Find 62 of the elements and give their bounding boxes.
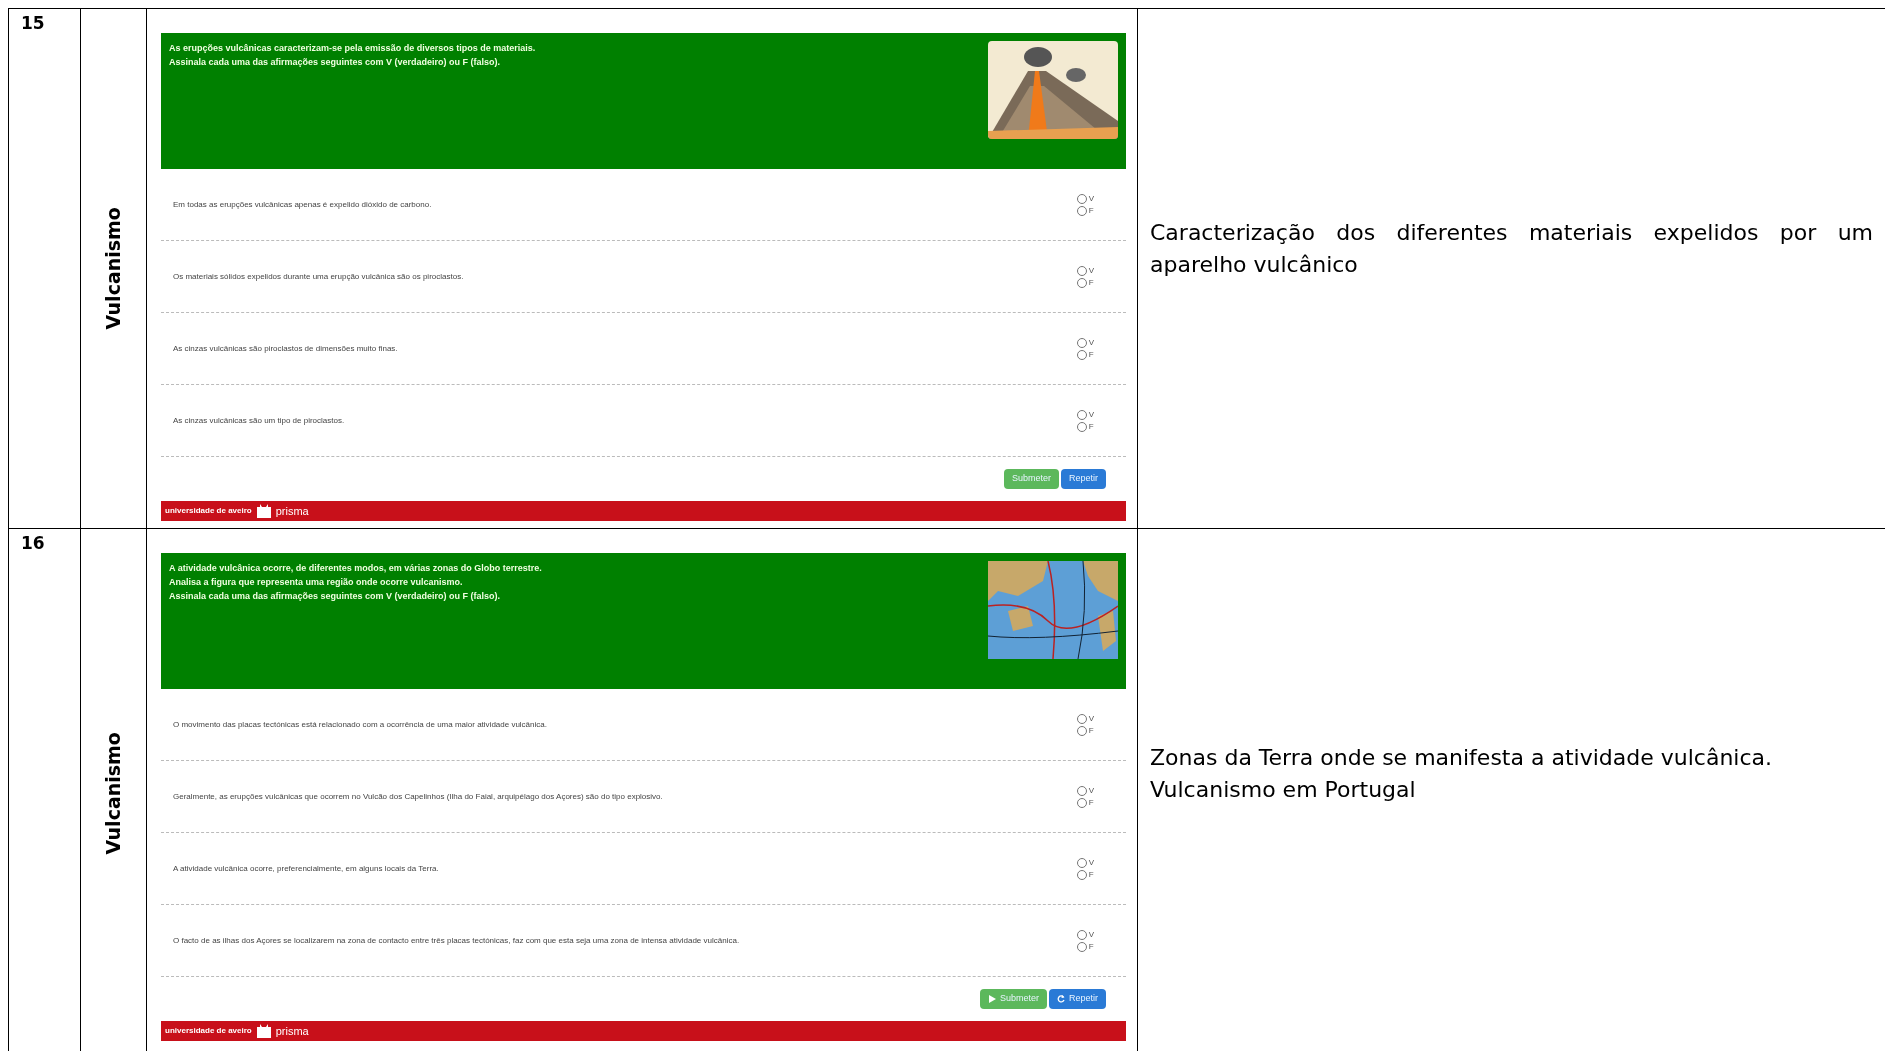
true-false-option[interactable]: V [1076,784,1094,797]
radio-button[interactable] [1076,725,1087,736]
statement-text: Os materiais sólidos expelidos durante uma erupção vulcânica são os piroclastos. [173,270,464,283]
row-number: 16 [21,533,45,553]
true-false-option[interactable]: F [1076,420,1094,433]
radio-button[interactable] [1076,349,1087,360]
true-false-option[interactable]: V [1076,408,1094,421]
true-false-option[interactable]: F [1076,204,1094,217]
logo-icon [255,504,272,518]
brand-text: prisma [275,503,309,519]
description-text: Zonas da Terra onde se manifesta a atividade vulcânica. [1150,743,1773,772]
radio-button[interactable] [1076,337,1087,348]
description-text: Caracterização dos diferentes materiais expelidos por um aparelho vulcânico [1150,218,1873,279]
radio-button[interactable] [1076,929,1087,940]
play-icon [987,995,996,1003]
instruction-text: Analisa a figura que representa uma região onde ocorre vulcanismo. [169,576,464,589]
radio-button[interactable] [1076,713,1087,724]
instruction-text: A atividade vulcânica ocorre, de diferentes modos, em várias zonas do Globo terrestre. [169,562,542,575]
radio-button[interactable] [1076,277,1087,288]
radio-button[interactable] [1076,785,1087,796]
radio-button[interactable] [1076,857,1087,868]
radio-button[interactable] [1076,193,1087,204]
instruction-text: Assinala cada uma das afirmações seguintes com V (verdadeiro) ou F (falso). [169,56,502,69]
topic-label: Vulcanismo [101,732,126,855]
radio-button[interactable] [1076,797,1087,808]
true-false-option[interactable]: V [1076,856,1094,869]
radio-button[interactable] [1076,421,1087,432]
logo-icon [255,1024,272,1038]
instruction-text: As erupções vulcânicas caracterizam-se pela emissão de diversos tipos de materiais. [169,42,536,55]
true-false-option[interactable]: V [1076,192,1094,205]
true-false-option[interactable]: F [1076,724,1094,737]
true-false-option[interactable]: V [1076,264,1094,277]
radio-button[interactable] [1076,265,1087,276]
radio-button[interactable] [1076,941,1087,952]
true-false-option[interactable]: F [1076,276,1094,289]
true-false-option[interactable]: V [1076,336,1094,349]
radio-button[interactable] [1076,409,1087,420]
statement-text: O movimento das placas tectónicas está relacionado com a ocorrência de uma maior atividade vulcânica. [173,718,547,731]
refresh-icon [1057,995,1065,1003]
row-number: 15 [21,13,45,33]
institution-text: universidade de aveiro [165,1025,252,1037]
true-false-option[interactable]: F [1076,940,1094,953]
statement-text: As cinzas vulcânicas são um tipo de piroclastos. [173,414,345,427]
institution-text: universidade de aveiro [165,505,252,517]
radio-button[interactable] [1076,869,1087,880]
true-false-option[interactable]: F [1076,348,1094,361]
statement-text: A atividade vulcânica ocorre, preferencialmente, em alguns locais da Terra. [173,862,439,875]
true-false-option[interactable]: F [1076,868,1094,881]
repeat-button[interactable]: Repetir [1061,469,1106,489]
topic-label: Vulcanismo [101,207,126,330]
repeat-button[interactable]: Repetir [1049,989,1106,1009]
description-text: Vulcanismo em Portugal [1150,775,1417,804]
statement-text: Em todas as erupções vulcânicas apenas é expelido dióxido de carbono. [173,198,432,211]
statement-text: Geralmente, as erupções vulcânicas que ocorrem no Vulcão dos Capelinhos (Ilha do Faial, arquipélago dos Açores) são do tipo explosivo. [173,790,663,803]
true-false-option[interactable]: V [1076,712,1094,725]
instruction-text: Assinala cada uma das afirmações seguintes com V (verdadeiro) ou F (falso). [169,590,502,603]
brand-text: prisma [275,1023,309,1039]
radio-button[interactable] [1076,205,1087,216]
statement-text: As cinzas vulcânicas são piroclastos de dimensões muito finas. [173,342,398,355]
statement-text: O facto de as ilhas dos Açores se localizarem na zona de contacto entre três placas tectónicas, faz com que esta seja uma zona de intensa atividade vulcânica. [173,934,740,947]
true-false-option[interactable]: V [1076,928,1094,941]
true-false-option[interactable]: F [1076,796,1094,809]
